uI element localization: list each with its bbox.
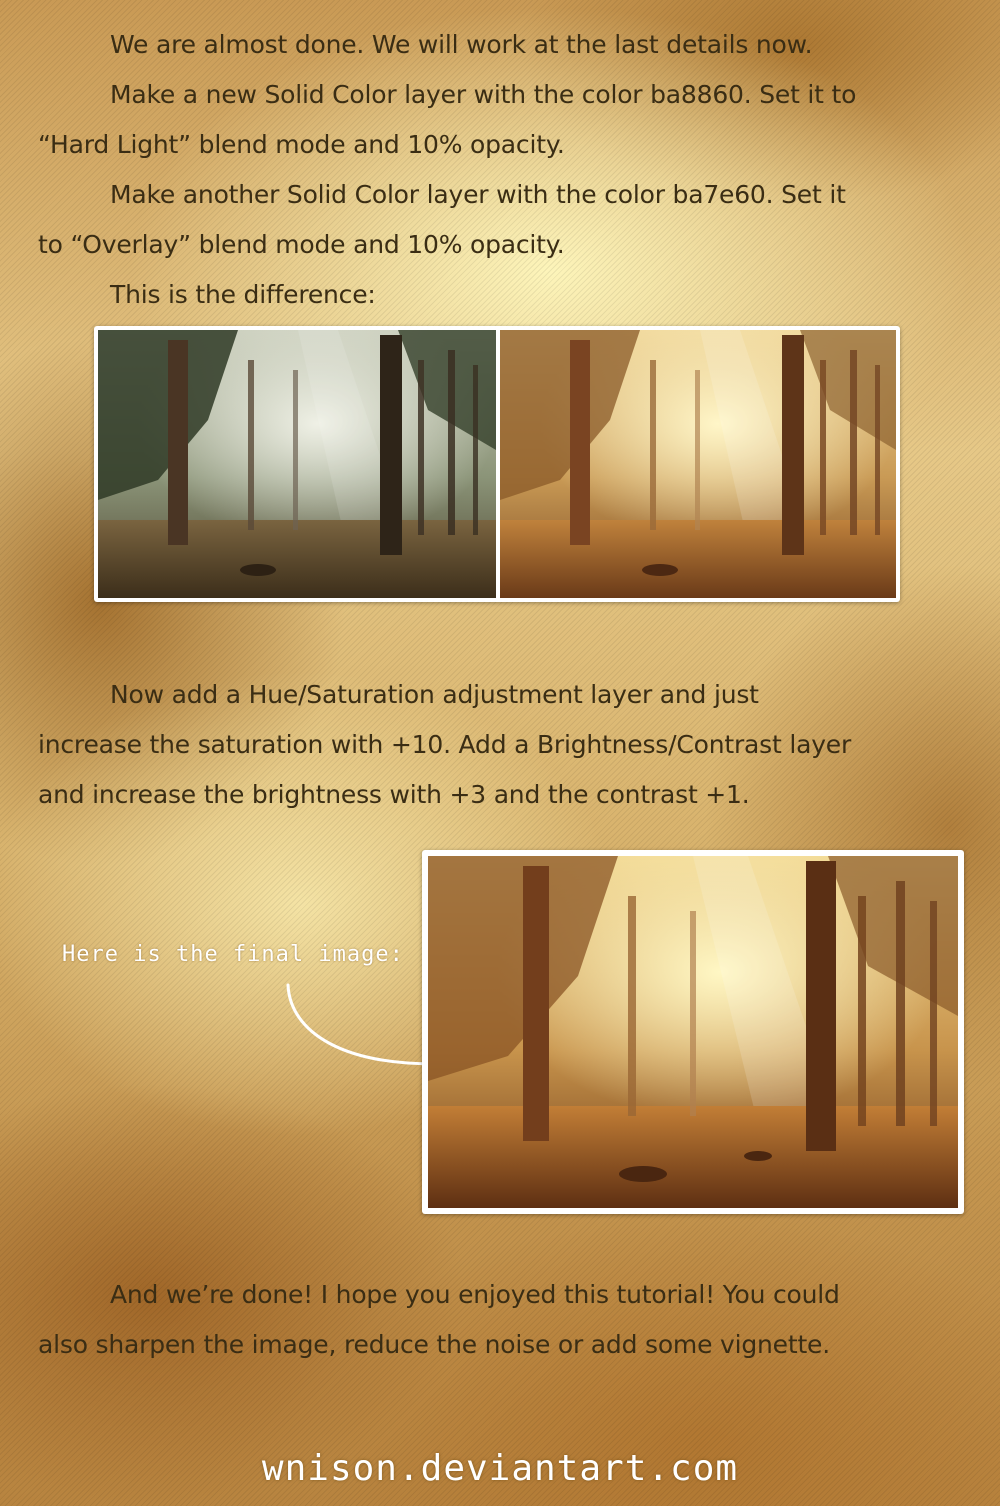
footer-url[interactable]: wnison.deviantart.com xyxy=(0,1448,1000,1489)
text-line: increase the saturation with +10. Add a … xyxy=(38,730,852,759)
before-image xyxy=(98,330,496,598)
text-line: Make a new Solid Color layer with the co… xyxy=(110,80,857,109)
final-image-annotation: Here is the final image: xyxy=(62,942,404,967)
comparison-frame xyxy=(94,326,900,602)
text-line: Make another Solid Color layer with the … xyxy=(110,180,846,209)
after-image xyxy=(500,330,896,598)
final-image-frame xyxy=(422,850,964,1214)
text-line: also sharpen the image, reduce the noise… xyxy=(38,1330,830,1359)
text-line: And we’re done! I hope you enjoyed this … xyxy=(110,1280,840,1309)
final-image xyxy=(428,856,958,1208)
closing-paragraph: And we’re done! I hope you enjoyed this … xyxy=(38,1270,983,1370)
adjustment-paragraph: Now add a Hue/Saturation adjustment laye… xyxy=(38,670,983,820)
text-line: and increase the brightness with +3 and … xyxy=(38,780,750,809)
text-line: This is the difference: xyxy=(110,280,376,309)
text-line: to “Overlay” blend mode and 10% opacity. xyxy=(38,230,565,259)
text-line: “Hard Light” blend mode and 10% opacity. xyxy=(38,130,565,159)
text-line: Now add a Hue/Saturation adjustment laye… xyxy=(110,680,759,709)
intro-paragraph: We are almost done. We will work at the … xyxy=(38,20,983,320)
text-line: We are almost done. We will work at the … xyxy=(110,30,813,59)
